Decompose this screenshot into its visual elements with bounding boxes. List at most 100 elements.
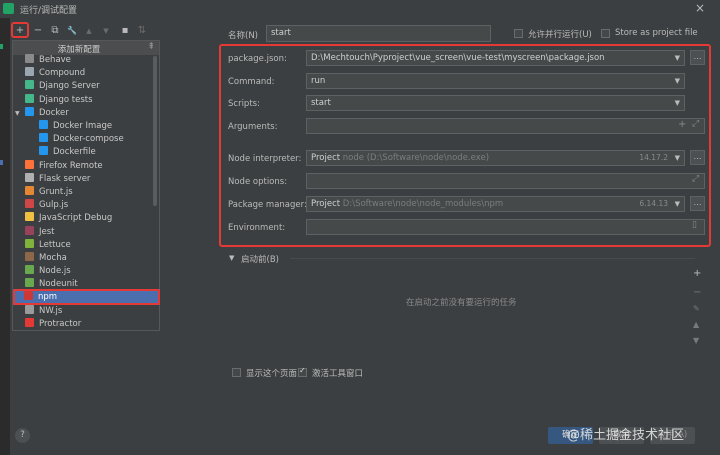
move-down-icon[interactable]: ▼ (99, 24, 113, 38)
close-icon[interactable]: × (693, 1, 707, 15)
lettuce-icon (25, 238, 34, 248)
popup-item-label: Gulp.js (39, 200, 69, 211)
title-bar (0, 0, 720, 18)
popup-item-label: Behave (39, 55, 71, 65)
collapse-arrow-icon[interactable]: ▼ (229, 254, 234, 262)
ide-background-strip (0, 18, 10, 455)
popup-item-behave[interactable]: Behave (25, 54, 71, 67)
scripts-value: start (311, 98, 331, 108)
docker-icon (25, 106, 34, 116)
popup-item-django-tests[interactable]: Django tests (25, 93, 93, 107)
popup-item-firefox-remote[interactable]: Firefox Remote (25, 159, 103, 173)
chevron-down-icon[interactable]: ▼ (15, 107, 20, 120)
environment-input[interactable] (306, 219, 705, 235)
strip-marker (0, 44, 3, 49)
popup-item-label: Firefox Remote (39, 160, 103, 171)
popup-item-node-js[interactable]: Node.js (25, 265, 71, 278)
chevron-down-icon[interactable]: ▼ (675, 74, 680, 88)
scripts-label: Scripts: (228, 99, 260, 109)
help-button[interactable]: ? (15, 428, 30, 443)
folder-icon[interactable]: ▪ (118, 24, 132, 38)
allow-parallel-checkbox[interactable] (514, 29, 523, 38)
popup-item-label: Docker (39, 107, 69, 118)
popup-item-label: Lettuce (39, 239, 71, 250)
chevron-down-icon[interactable]: ▼ (675, 51, 680, 65)
docker-icon (39, 146, 48, 156)
sort-icon[interactable]: ⇅ (135, 24, 149, 38)
popup-item-compound[interactable]: Compound (25, 67, 85, 80)
chevron-down-icon[interactable]: ▼ (675, 151, 680, 165)
popup-item-npm[interactable]: npm (24, 290, 57, 304)
before-launch-divider (290, 258, 695, 259)
compound-icon (25, 67, 34, 77)
add-icon[interactable]: + (678, 119, 686, 130)
popup-item-javascript-debug[interactable]: JavaScript Debug (25, 212, 112, 225)
move-task-up-icon[interactable]: ▲ (693, 320, 699, 329)
popup-item-protractor[interactable]: Protractor (25, 318, 81, 331)
show-page-checkbox[interactable] (232, 368, 241, 377)
protractor-icon (25, 318, 34, 327)
scripts-select[interactable]: start ▼ (306, 95, 685, 111)
popup-item-label: Django Server (39, 81, 100, 92)
jest-icon (25, 225, 34, 235)
popup-item-label: NW.js (39, 305, 63, 316)
document-icon[interactable]: ▯ (692, 220, 697, 230)
activate-tool-window-label: 激活工具窗口 (312, 369, 364, 379)
chevron-down-icon[interactable]: ▼ (675, 197, 680, 211)
popup-item-label: Django tests (39, 94, 93, 105)
name-input[interactable]: start (266, 25, 491, 42)
node-interpreter-path: node (D:\Software\node\node.exe) (342, 153, 490, 163)
browse-node-interpreter-button[interactable]: … (690, 150, 705, 165)
command-value: run (311, 76, 326, 86)
edit-task-icon[interactable]: ✎ (693, 304, 700, 313)
browse-package-json-button[interactable]: … (690, 50, 705, 65)
popup-item-nw-js[interactable]: NW.js (25, 304, 63, 318)
config-toolbar: + − ⧉ 🔧 ▲ ▼ ▪ ⇅ (10, 22, 162, 40)
package-manager-select[interactable]: Project D:\Software\node\node_modules\np… (306, 196, 685, 212)
window-title: 运行/调试配置 (20, 6, 78, 16)
pin-icon[interactable]: ⇞ (147, 42, 155, 52)
move-task-down-icon[interactable]: ▼ (693, 336, 699, 345)
store-as-project-checkbox[interactable] (601, 29, 610, 38)
popup-item-label: Node.js (39, 266, 71, 277)
popup-item-mocha[interactable]: Mocha (25, 252, 67, 265)
browse-package-manager-button[interactable]: … (690, 196, 705, 211)
popup-item-dockerfile[interactable]: Dockerfile (39, 146, 96, 159)
expand-icon[interactable]: ⤢ (692, 119, 699, 129)
popup-item-label: Docker-compose (53, 134, 124, 145)
popup-item-docker-image[interactable]: Docker Image (39, 120, 112, 133)
node-options-input[interactable] (306, 173, 705, 189)
popup-item-docker-compose[interactable]: Docker-compose (39, 133, 124, 146)
before-launch-empty-text: 在启动之前没有要运行的任务 (406, 298, 517, 308)
command-select[interactable]: run ▼ (306, 73, 685, 89)
before-launch-title[interactable]: 启动前(B) (241, 253, 279, 265)
popup-item-grunt-js[interactable]: Grunt.js (25, 186, 73, 199)
popup-scrollbar[interactable] (153, 56, 157, 206)
copy-icon[interactable]: ⧉ (48, 24, 62, 38)
package-json-label: package.json: (228, 54, 287, 64)
popup-item-docker[interactable]: ▼ Docker (15, 106, 69, 120)
docker-icon (39, 133, 48, 143)
nodejs-icon (25, 265, 34, 275)
django-icon (25, 93, 34, 103)
popup-item-flask-server[interactable]: Flask server (25, 172, 90, 186)
remove-icon[interactable]: − (31, 24, 45, 38)
nodeunit-icon (25, 278, 34, 288)
strip-marker (0, 160, 3, 165)
add-task-icon[interactable]: + (693, 268, 701, 279)
remove-task-icon[interactable]: − (693, 287, 701, 298)
js-debug-icon (25, 212, 34, 222)
package-json-input[interactable]: D:\Mechtouch\Pyproject\vue_screen\vue-te… (306, 50, 685, 66)
wrench-icon[interactable]: 🔧 (65, 24, 79, 38)
popup-item-jest[interactable]: Jest (25, 225, 55, 239)
popup-item-gulp-js[interactable]: Gulp.js (25, 199, 68, 212)
chevron-down-icon[interactable]: ▼ (675, 96, 680, 110)
activate-tool-window-checkbox[interactable] (298, 366, 307, 377)
expand-icon[interactable]: ⤢ (692, 174, 699, 184)
popup-item-lettuce[interactable]: Lettuce (25, 238, 71, 252)
arguments-input[interactable] (306, 118, 705, 134)
popup-item-label: Mocha (39, 253, 67, 263)
node-interpreter-select[interactable]: Project node (D:\Software\node\node.exe)… (306, 150, 685, 166)
popup-item-django-server[interactable]: Django Server (25, 80, 100, 93)
move-up-icon[interactable]: ▲ (82, 24, 96, 38)
